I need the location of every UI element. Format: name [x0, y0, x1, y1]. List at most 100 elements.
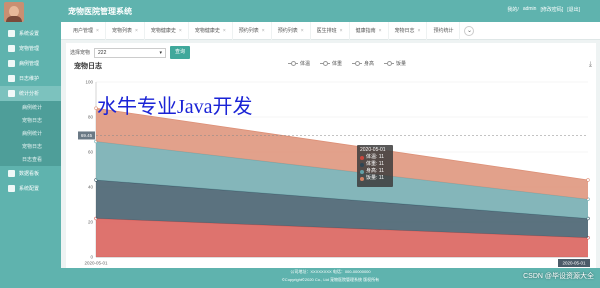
tab-label: 宠物日志 — [394, 28, 415, 34]
series-dot-icon — [360, 162, 364, 167]
tooltip-row-label: 饭量: 11 — [366, 175, 384, 181]
tooltip-row-label: 体重: 11 — [366, 161, 384, 167]
sidebar-item-cases[interactable]: 病例管理 — [0, 56, 61, 71]
y-tick-label: 80 — [88, 115, 94, 120]
tooltip-row: 饭量: 11 — [360, 175, 390, 182]
series-dot-icon — [360, 169, 364, 174]
sidebar-item-config[interactable]: 系统配置 — [0, 181, 61, 196]
download-icon[interactable]: ⤓ — [589, 61, 592, 69]
y-tick-label: 100 — [85, 80, 93, 85]
gear-icon — [8, 185, 15, 192]
change-password-link[interactable]: [修改密码] — [540, 6, 563, 13]
x-tick-label: 2020-05-01 — [562, 261, 586, 266]
legend-label: 体温 — [300, 61, 311, 67]
sidebar: 系统设置 宠物管理 病例管理 日志维护 统计分析 病例统计 宠物日志 病例统计 … — [0, 22, 61, 288]
legend-label: 体重 — [332, 61, 343, 67]
close-icon[interactable]: × — [418, 28, 421, 34]
chart-title: 宠物日志 — [74, 63, 102, 70]
user-avatar[interactable] — [4, 2, 24, 22]
sidebar-subitem[interactable]: 病例统计 — [0, 127, 61, 140]
x-tick-label: 2020-05-01 — [84, 261, 108, 266]
sidebar-item-stats[interactable]: 统计分析 — [0, 86, 61, 101]
sidebar-subitem[interactable]: 宠物日志 — [0, 114, 61, 127]
sidebar-subitem[interactable]: 病例统计 — [0, 101, 61, 114]
sidebar-item-dashboard[interactable]: 数据看板 — [0, 166, 61, 181]
legend-label: 饭量 — [396, 61, 407, 67]
content-panel: 选择宠物 222 ▾ 查询 宠物日志 体温 体重 身高 饭量 ⤓ 0 20 40 60 8… — [66, 43, 596, 269]
tab-user-manage[interactable]: 用户管理 × — [67, 21, 106, 40]
legend-marker-icon — [352, 60, 363, 67]
tooltip-row: 身高: 11 — [360, 168, 390, 175]
sidebar-item-label: 病例管理 — [19, 61, 40, 67]
close-icon[interactable]: × — [301, 28, 304, 34]
tooltip-row-label: 体温: 11 — [366, 154, 384, 160]
y-tick-label: 40 — [88, 185, 94, 190]
close-icon[interactable]: × — [223, 28, 226, 34]
tab-pet-health-2[interactable]: 宠物健康史 × — [189, 21, 233, 40]
series-dot-icon — [360, 176, 364, 181]
tooltip-row: 体重: 11 — [360, 161, 390, 168]
tab-label: 预约列表 — [277, 28, 298, 34]
sidebar-item-pets[interactable]: 宠物管理 — [0, 41, 61, 56]
tab-pet-log[interactable]: 宠物日志 × — [389, 21, 428, 40]
sidebar-item-label: 系统配置 — [19, 186, 40, 192]
query-button[interactable]: 查询 — [170, 46, 191, 59]
legend-marker-icon — [320, 60, 331, 67]
y-tick-label: 60 — [88, 150, 94, 155]
legend-item[interactable]: 体温 — [288, 60, 310, 67]
pet-select-value: 222 — [98, 49, 107, 56]
tab-doctor-schedule[interactable]: 医生排班 × — [311, 21, 350, 40]
tooltip-row: 体温: 11 — [360, 154, 390, 161]
close-icon[interactable]: × — [379, 28, 382, 34]
sidebar-item-label: 日志维护 — [19, 76, 40, 82]
legend-marker-icon — [288, 60, 298, 67]
tab-label: 医生排班 — [316, 28, 337, 34]
close-icon[interactable]: × — [262, 28, 265, 34]
sidebar-subitem[interactable]: 宠物日志 — [0, 140, 61, 153]
chevron-down-icon[interactable]: ⌄ — [464, 25, 475, 36]
y-tick-label: 20 — [88, 220, 94, 225]
tab-label: 健康指南 — [355, 28, 376, 34]
settings-icon — [8, 30, 15, 37]
chevron-down-icon: ▾ — [159, 49, 163, 56]
csdn-watermark: CSDN @毕设资源大全 — [523, 273, 594, 280]
close-icon[interactable]: × — [179, 28, 182, 34]
header-links: 我的/ admin [修改密码] [退出] — [507, 6, 580, 13]
tab-label: 宠物健康史 — [150, 28, 176, 34]
tab-appointments[interactable]: 预约列表 × — [233, 21, 272, 40]
sidebar-item-label: 宠物管理 — [19, 46, 40, 52]
sidebar-subitem[interactable]: 日志查看 — [0, 153, 61, 166]
y-tick-label: 0 — [90, 255, 93, 260]
footer-copyright: ©Copyright©2020 Co., Ltd 宠物医院管理系统 版权所有 — [281, 277, 380, 282]
chart-legend: 体温 体重 身高 饭量 — [288, 60, 406, 67]
tab-label: 宠物健康史 — [194, 28, 220, 34]
logout-link[interactable]: [退出] — [567, 6, 580, 13]
sidebar-item-label: 统计分析 — [19, 91, 40, 97]
pet-select[interactable]: 222 ▾ — [94, 47, 167, 58]
sidebar-item-system[interactable]: 系统设置 — [0, 26, 61, 41]
document-icon — [8, 170, 15, 177]
legend-item[interactable]: 身高 — [352, 60, 374, 67]
tab-appointment-stats[interactable]: 预约统计 — [427, 21, 461, 40]
legend-label: 身高 — [364, 61, 375, 67]
tab-bar: 用户管理 × 宠物列表 × 宠物健康史 × 宠物健康史 × 预约列表 × 预约列表 × 医生… — [61, 21, 600, 40]
close-icon[interactable]: × — [135, 28, 138, 34]
tab-appointments-2[interactable]: 预约列表 × — [272, 21, 311, 40]
tab-label: 用户管理 — [73, 28, 94, 34]
close-icon[interactable]: × — [96, 28, 99, 34]
legend-item[interactable]: 体重 — [320, 60, 342, 67]
tab-pet-health[interactable]: 宠物健康史 × — [145, 21, 189, 40]
tab-health-guide[interactable]: 健康指南 × — [350, 21, 389, 40]
book-icon — [8, 75, 15, 82]
tab-pet-list[interactable]: 宠物列表 × — [106, 21, 145, 40]
legend-item[interactable]: 饭量 — [384, 60, 406, 67]
close-icon[interactable]: × — [340, 28, 343, 34]
footer: 公司地址：XXXXXXXX 电话：000-00000000 ©Copyright… — [61, 268, 600, 288]
header-link-welcome: 我的/ — [507, 7, 519, 13]
series-dot-icon — [360, 155, 364, 160]
pet-filter: 选择宠物 222 ▾ 查询 — [70, 46, 191, 59]
pet-icon — [8, 45, 15, 52]
footer-address: 公司地址：XXXXXXXX 电话：000-00000000 — [290, 269, 371, 274]
sidebar-item-logs[interactable]: 日志维护 — [0, 71, 61, 86]
tooltip-row-label: 身高: 11 — [366, 168, 384, 174]
